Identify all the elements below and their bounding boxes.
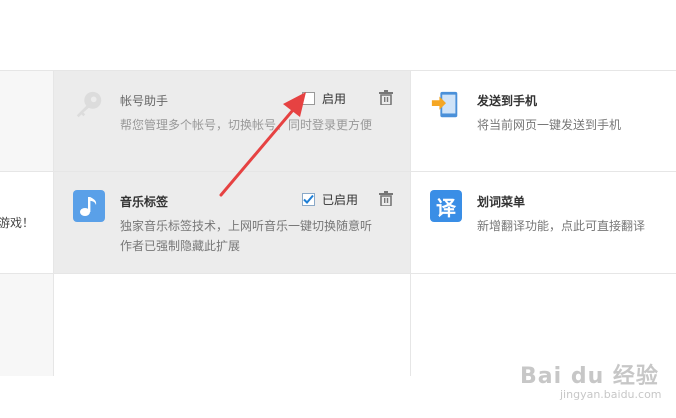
extensions-page: 游戏！ 帐号助手 帮您管理多个帐号，切换帐号、同时登录更方便 启用 发送到手机 … [0,0,676,418]
watermark-brand: Bai du 经验 [520,364,659,389]
baidu-watermark: Bai du 经验 jingyan.baidu.com [520,344,662,404]
watermark-sub: jingyan.baidu.com [560,388,662,401]
